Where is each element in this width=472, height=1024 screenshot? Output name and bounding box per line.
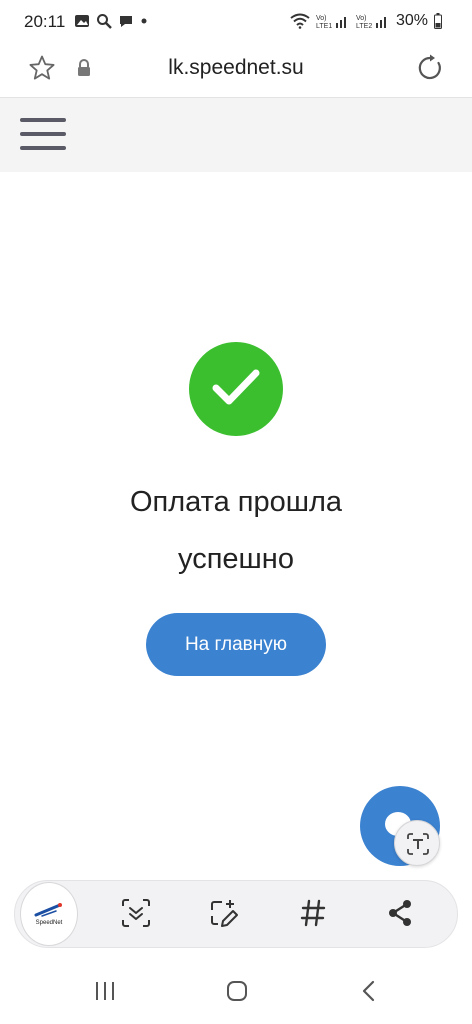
success-message-line2: успешно: [178, 543, 294, 575]
success-message: Оплата прошла успешно: [0, 474, 472, 588]
success-message-line1: Оплата прошла: [129, 486, 343, 518]
wifi-icon: [290, 13, 310, 29]
back-icon[interactable]: [360, 980, 376, 1002]
tag-icon[interactable]: [300, 898, 326, 928]
smart-select-icon[interactable]: [208, 898, 240, 930]
image-icon: [75, 15, 89, 27]
svg-text:LTE2: LTE2: [356, 23, 372, 29]
svg-text:Vo): Vo): [316, 15, 327, 22]
lte1-signal-icon: Vo)LTE1: [316, 15, 346, 29]
share-icon[interactable]: [386, 898, 414, 928]
url-text[interactable]: lk.speednet.su: [0, 56, 472, 80]
status-notification-icons: [74, 13, 148, 29]
text-extract-icon: [407, 833, 429, 855]
battery-percent: 30%: [395, 12, 428, 29]
dot-icon: [141, 18, 147, 24]
status-system-icons: Vo) LTE1 Vo) LTE2 30%: [290, 12, 442, 30]
speednet-logo[interactable]: SpeedNet: [20, 882, 78, 946]
success-check-icon: [189, 342, 283, 436]
menu-icon[interactable]: [20, 118, 66, 152]
system-nav-bar: [0, 958, 472, 1024]
search-icon: [97, 14, 112, 29]
scroll-capture-icon[interactable]: [121, 898, 151, 928]
lte2-signal-icon: Vo)LTE2: [356, 15, 386, 29]
status-bar: 20:11 Vo) LTE1 Vo) LTE2 30%: [0, 0, 472, 42]
reload-icon[interactable]: [416, 54, 444, 82]
browser-url-bar: lk.speednet.su: [0, 42, 472, 98]
site-header: [0, 98, 472, 172]
svg-text:Vo): Vo): [356, 15, 367, 22]
home-icon[interactable]: [226, 980, 248, 1002]
svg-text:LTE1: LTE1: [316, 23, 332, 29]
recents-icon[interactable]: [94, 980, 116, 1002]
home-button[interactable]: На главную: [146, 613, 326, 676]
status-time: 20:11: [24, 12, 66, 31]
speednet-logo-icon: [34, 903, 62, 917]
text-extract-button[interactable]: [394, 820, 440, 866]
battery-icon: [434, 13, 442, 29]
speednet-logo-text: SpeedNet: [35, 920, 63, 926]
chat-icon: [120, 15, 132, 27]
